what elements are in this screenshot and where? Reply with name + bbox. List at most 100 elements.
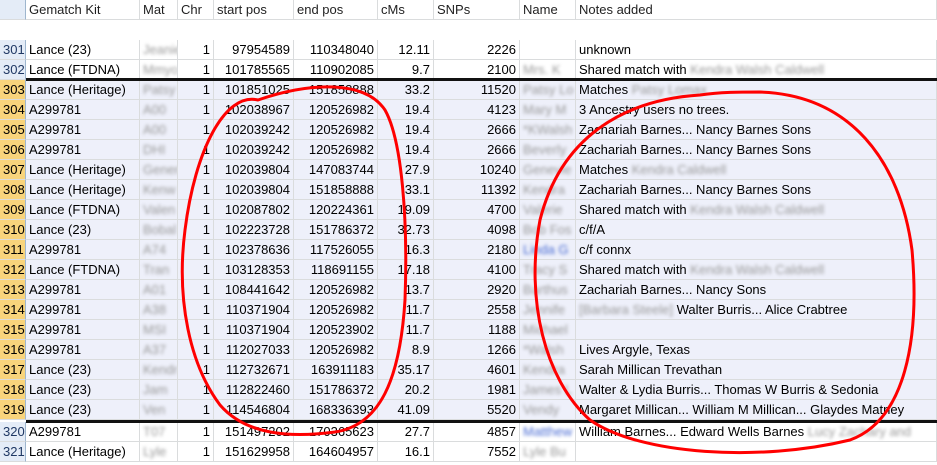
row-header[interactable]: 315 <box>0 320 26 340</box>
cell-mat[interactable]: Gener <box>140 160 178 180</box>
cell-notes[interactable]: unknown <box>576 40 937 60</box>
cell-kit[interactable]: Lance (Heritage) <box>26 442 140 462</box>
cell-notes[interactable]: Zachariah Barnes... Nancy Sons <box>576 280 937 300</box>
cell-mat[interactable]: DHI <box>140 140 178 160</box>
cell-snps[interactable]: 2920 <box>434 280 520 300</box>
cell-cms[interactable]: 35.17 <box>378 360 434 380</box>
cell-chr[interactable]: 1 <box>178 120 214 140</box>
cell-chr[interactable]: 1 <box>178 320 214 340</box>
cell-notes[interactable] <box>576 442 937 462</box>
cell-end[interactable]: 120526982 <box>294 140 378 160</box>
cell-start[interactable]: 97954589 <box>214 40 294 60</box>
cell-snps[interactable]: 11520 <box>434 80 520 100</box>
cell-cms[interactable]: 8.9 <box>378 340 434 360</box>
cell-end[interactable]: 120526982 <box>294 300 378 320</box>
table-row[interactable]: 321 Lance (Heritage) Lyle 1 151629958 1646049… <box>0 442 937 462</box>
cell-notes[interactable]: Walter & Lydia Burris... Thomas W Burris… <box>576 380 937 400</box>
cell-cms[interactable]: 13.7 <box>378 280 434 300</box>
cell-name[interactable]: Barthus <box>520 280 576 300</box>
table-row[interactable]: 307 Lance (Heritage) Gener 1 102039804 147083… <box>0 160 937 180</box>
row-header[interactable]: 313 <box>0 280 26 300</box>
cell-cms[interactable]: 27.7 <box>378 422 434 442</box>
cell-notes[interactable]: Shared match with Kendra Walsh Caldwell <box>576 200 937 220</box>
cell-notes[interactable]: Zachariah Barnes... Nancy Barnes Sons <box>576 140 937 160</box>
cell-end[interactable]: 118691155 <box>294 260 378 280</box>
table-row[interactable]: 319 Lance (23) Ven 1 114546804 168336393 41.09… <box>0 400 937 420</box>
cell-name[interactable]: Michael <box>520 320 576 340</box>
cell-start[interactable]: 110371904 <box>214 300 294 320</box>
cell-snps[interactable]: 4601 <box>434 360 520 380</box>
cell-chr[interactable]: 1 <box>178 200 214 220</box>
cell-end[interactable]: 147083744 <box>294 160 378 180</box>
cell-name[interactable]: Matthew <box>520 422 576 442</box>
cell-kit[interactable]: Lance (Heritage) <box>26 180 140 200</box>
cell-notes[interactable]: Shared match with Kendra Walsh Caldwell <box>576 60 937 80</box>
header-cms[interactable]: cMs <box>378 0 434 20</box>
cell-cms[interactable]: 11.7 <box>378 320 434 340</box>
header-chr[interactable]: Chr <box>178 0 214 20</box>
cell-start[interactable]: 102378636 <box>214 240 294 260</box>
spreadsheet-grid[interactable]: Gematch Kit Mat Chr start pos end pos cMs SNPs… <box>0 0 937 465</box>
table-row[interactable]: 311 A299781 A74 1 102378636 117526055 16.3 2180… <box>0 240 937 260</box>
cell-start[interactable]: 151497202 <box>214 422 294 442</box>
cell-cms[interactable]: 19.4 <box>378 140 434 160</box>
table-row[interactable]: 314 A299781 A38 1 110371904 120526982 11.7 2558… <box>0 300 937 320</box>
cell-name[interactable]: *KWalsh <box>520 120 576 140</box>
cell-end[interactable]: 120526982 <box>294 120 378 140</box>
cell-kit[interactable]: Lance (Heritage) <box>26 160 140 180</box>
row-header[interactable]: 312 <box>0 260 26 280</box>
cell-snps[interactable]: 1188 <box>434 320 520 340</box>
cell-name[interactable]: Linda G <box>520 240 576 260</box>
cell-cms[interactable]: 9.7 <box>378 60 434 80</box>
cell-end[interactable]: 164604957 <box>294 442 378 462</box>
table-row[interactable]: 306 A299781 DHI 1 102039242 120526982 19.4 2666… <box>0 140 937 160</box>
cell-kit[interactable]: A299781 <box>26 140 140 160</box>
cell-end[interactable]: 120523902 <box>294 320 378 340</box>
cell-cms[interactable]: 11.7 <box>378 300 434 320</box>
cell-snps[interactable]: 2558 <box>434 300 520 320</box>
row-header[interactable]: 303 <box>0 80 26 100</box>
cell-end[interactable]: 163911183 <box>294 360 378 380</box>
cell-name[interactable] <box>520 40 576 60</box>
cell-notes[interactable]: Shared match with Kendra Walsh Caldwell <box>576 260 937 280</box>
cell-cms[interactable]: 12.11 <box>378 40 434 60</box>
cell-end[interactable]: 110348040 <box>294 40 378 60</box>
cell-chr[interactable]: 1 <box>178 360 214 380</box>
cell-start[interactable]: 103128353 <box>214 260 294 280</box>
table-row[interactable]: 316 A299781 A37 1 112027033 120526982 8.9 1266 *… <box>0 340 937 360</box>
cell-cms[interactable]: 16.1 <box>378 442 434 462</box>
cell-chr[interactable]: 1 <box>178 240 214 260</box>
cell-mat[interactable]: A38 <box>140 300 178 320</box>
corner-cell[interactable] <box>0 0 26 20</box>
cell-name[interactable]: Genevie <box>520 160 576 180</box>
cell-name[interactable]: Patsy Lo <box>520 80 576 100</box>
cell-snps[interactable]: 2666 <box>434 120 520 140</box>
cell-notes[interactable]: Matches Patsy Lomax <box>576 80 937 100</box>
row-header[interactable]: 305 <box>0 120 26 140</box>
table-row[interactable]: 315 A299781 MSI 1 110371904 120523902 11.7 1188… <box>0 320 937 340</box>
cell-snps[interactable]: 4857 <box>434 422 520 442</box>
header-mat[interactable]: Mat <box>140 0 178 20</box>
cell-cms[interactable]: 16.3 <box>378 240 434 260</box>
cell-mat[interactable]: Mmyo <box>140 60 178 80</box>
cell-name[interactable]: Bob Fos <box>520 220 576 240</box>
cell-mat[interactable]: Valen <box>140 200 178 220</box>
cell-kit[interactable]: A299781 <box>26 320 140 340</box>
cell-mat[interactable]: A37 <box>140 340 178 360</box>
cell-name[interactable]: Kendra <box>520 180 576 200</box>
cell-start[interactable]: 102223728 <box>214 220 294 240</box>
cell-end[interactable]: 120526982 <box>294 340 378 360</box>
cell-mat[interactable]: Jeanie <box>140 40 178 60</box>
row-header[interactable]: 320 <box>0 422 26 442</box>
cell-cms[interactable]: 20.2 <box>378 380 434 400</box>
cell-kit[interactable]: A299781 <box>26 280 140 300</box>
cell-start[interactable]: 102039804 <box>214 160 294 180</box>
cell-cms[interactable]: 33.2 <box>378 80 434 100</box>
header-name[interactable]: Name <box>520 0 576 20</box>
cell-end[interactable]: 120224361 <box>294 200 378 220</box>
cell-start[interactable]: 102039804 <box>214 180 294 200</box>
cell-start[interactable]: 112732671 <box>214 360 294 380</box>
cell-end[interactable]: 110902085 <box>294 60 378 80</box>
cell-chr[interactable]: 1 <box>178 220 214 240</box>
cell-mat[interactable]: Tran <box>140 260 178 280</box>
